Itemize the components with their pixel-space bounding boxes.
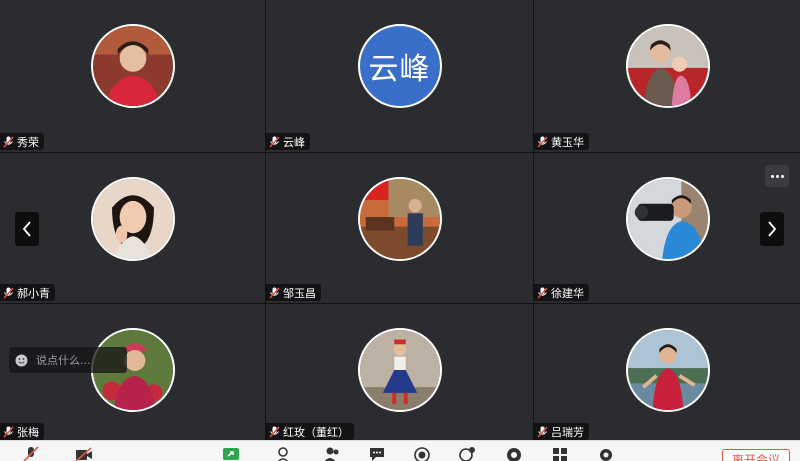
- chat-bubble-icon: [370, 448, 384, 461]
- chat-placeholder: 说点什么...: [36, 354, 91, 367]
- chevron-left-icon: [22, 221, 31, 237]
- participants-icon: [324, 447, 339, 461]
- participant-name: 邹玉昌: [283, 286, 316, 300]
- mic-muted-icon: [3, 426, 14, 437]
- more-options-button[interactable]: [765, 165, 789, 187]
- mic-muted-icon: [3, 287, 14, 298]
- camera-off-icon: [75, 447, 92, 461]
- participant-name: 黄玉华: [551, 135, 584, 149]
- emoji-icon[interactable]: [15, 354, 28, 367]
- participant-name-tag: 张梅: [0, 423, 44, 440]
- mic-muted-icon: [537, 136, 548, 147]
- chevron-right-icon: [768, 221, 777, 237]
- participant-avatar: [357, 328, 442, 412]
- dot: [780, 174, 784, 178]
- participant-tile[interactable]: 秀荣: [0, 0, 265, 152]
- previous-page-button[interactable]: [15, 212, 39, 246]
- mic-muted-icon: [3, 136, 14, 147]
- participant-name: 红玫（董红）: [283, 425, 349, 439]
- participant-tile[interactable]: 邹玉昌: [266, 153, 533, 303]
- chat-button[interactable]: [368, 446, 386, 461]
- participant-avatar: [626, 177, 710, 261]
- participant-name: 吕瑞芳: [551, 425, 584, 439]
- share-screen-icon: [223, 448, 239, 460]
- participant-name-tag: 红玫（董红）: [266, 423, 354, 440]
- grid-layout-icon: [553, 448, 567, 461]
- meeting-toolbar: 离开会议: [0, 440, 800, 461]
- participant-tile[interactable]: 云峰 云峰: [266, 0, 533, 152]
- gear-icon: [600, 449, 612, 461]
- reaction-button[interactable]: [458, 446, 476, 461]
- share-screen-button[interactable]: [222, 446, 240, 461]
- camera-button[interactable]: [75, 446, 93, 461]
- participant-name-tag: 黄玉华: [534, 133, 589, 150]
- participant-name: 秀荣: [17, 135, 39, 149]
- mic-muted-icon: [269, 287, 280, 298]
- participant-avatar: 云峰: [357, 24, 442, 108]
- participant-avatar: [90, 24, 175, 108]
- participant-tile[interactable]: 郝小青: [0, 153, 265, 303]
- microphone-muted-icon: [23, 446, 39, 461]
- participant-name-tag: 郝小青: [0, 284, 55, 301]
- chat-input[interactable]: 说点什么...: [9, 347, 127, 373]
- security-button[interactable]: [276, 446, 294, 461]
- dot: [775, 174, 779, 178]
- mic-muted-icon: [269, 136, 280, 147]
- record-icon: [414, 447, 430, 461]
- participant-avatar: [357, 177, 442, 261]
- mic-muted-icon: [537, 287, 548, 298]
- participant-name-tag: 徐建华: [534, 284, 589, 301]
- participant-tile[interactable]: 黄玉华: [534, 0, 800, 152]
- record-button[interactable]: [413, 446, 431, 461]
- participant-avatar: [626, 328, 710, 412]
- participant-name-tag: 邹玉昌: [266, 284, 321, 301]
- leave-meeting-button[interactable]: 离开会议: [722, 449, 790, 461]
- next-page-button[interactable]: [760, 212, 784, 246]
- participant-name: 云峰: [283, 135, 305, 149]
- layout-button[interactable]: [551, 446, 569, 461]
- video-grid: 秀荣 云峰 云峰 黄玉华 郝小青 邹玉昌 徐建华 张梅 红玫（董红） 吕瑞芳: [0, 0, 800, 440]
- participant-avatar: [90, 177, 175, 261]
- apps-icon: [507, 448, 521, 461]
- dot: [770, 174, 774, 178]
- mic-muted-icon: [269, 426, 280, 437]
- participants-button[interactable]: [323, 446, 341, 461]
- microphone-button[interactable]: [22, 446, 40, 461]
- mic-muted-icon: [537, 426, 548, 437]
- participant-avatar: [626, 24, 710, 108]
- participant-name: 徐建华: [551, 286, 584, 300]
- participant-name-tag: 云峰: [266, 133, 310, 150]
- settings-button[interactable]: [597, 446, 615, 461]
- participant-tile[interactable]: 红玫（董红）: [266, 304, 533, 440]
- participant-name: 郝小青: [17, 286, 50, 300]
- participant-name: 张梅: [17, 425, 39, 439]
- apps-button[interactable]: [505, 446, 523, 461]
- user-key-icon: [277, 447, 289, 461]
- participant-tile[interactable]: 吕瑞芳: [534, 304, 800, 440]
- reaction-icon: [459, 447, 475, 461]
- participant-name-tag: 吕瑞芳: [534, 423, 589, 440]
- participant-name-tag: 秀荣: [0, 133, 44, 150]
